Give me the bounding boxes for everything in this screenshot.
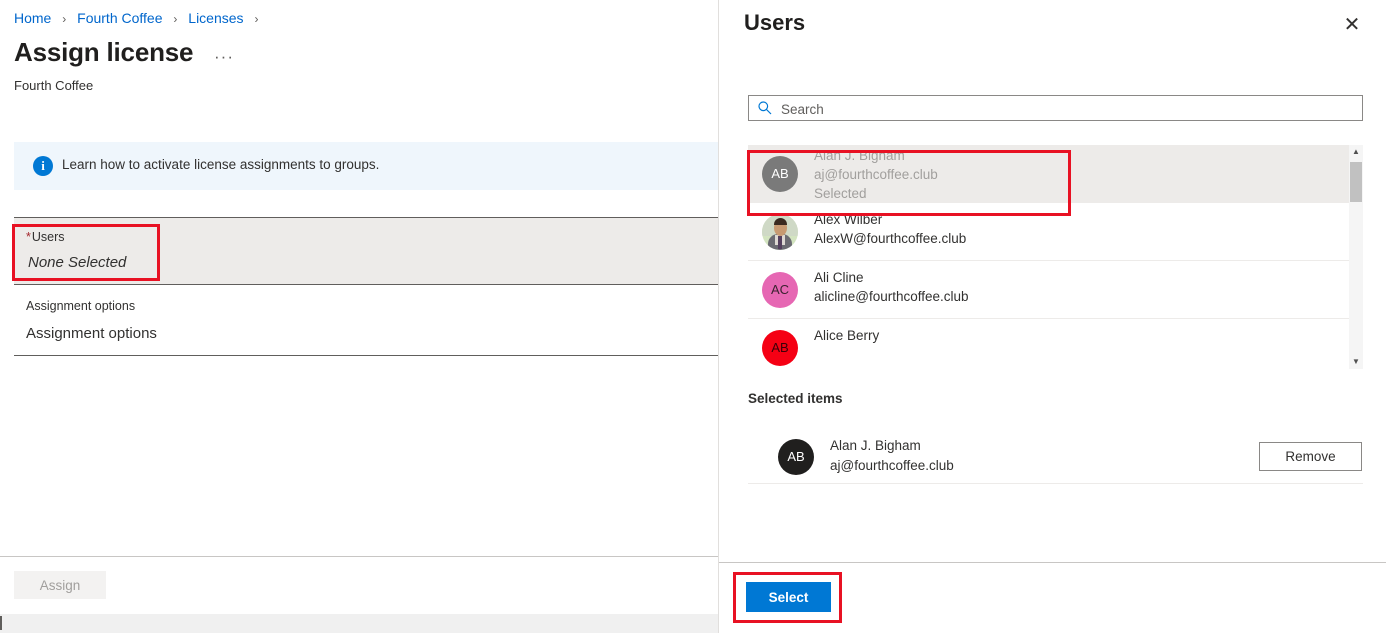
remove-button[interactable]: Remove xyxy=(1259,442,1362,471)
list-item-state: Selected xyxy=(814,186,867,201)
form-divider xyxy=(14,284,718,285)
info-banner-text[interactable]: Learn how to activate license assignment… xyxy=(62,157,379,172)
search-box[interactable] xyxy=(748,95,1363,121)
list-item[interactable]: AC Ali Cline alicline@fourthcoffee.club xyxy=(748,261,1349,319)
page-title: Assign license xyxy=(14,37,193,68)
close-icon[interactable]: ✕ xyxy=(1340,13,1364,37)
status-strip-marker xyxy=(0,616,2,630)
assignment-options-label: Assignment options xyxy=(26,299,135,313)
scrollbar-thumb[interactable] xyxy=(1350,162,1362,202)
users-field-label: *Users xyxy=(26,230,65,244)
breadcrumb-separator-icon: › xyxy=(173,12,177,26)
avatar: AB xyxy=(762,156,798,192)
list-item: AB Alan J. Bigham aj@fourthcoffee.club S… xyxy=(748,145,1349,203)
blade-footer-divider xyxy=(719,562,1386,563)
selected-item-name: Alan J. Bigham xyxy=(830,438,921,453)
assignment-options-value[interactable]: Assignment options xyxy=(26,325,157,342)
select-button[interactable]: Select xyxy=(746,582,831,612)
breadcrumb: Home › Fourth Coffee › Licenses › xyxy=(14,10,265,26)
avatar: AC xyxy=(762,272,798,308)
search-icon xyxy=(757,100,773,116)
form-divider xyxy=(14,355,718,356)
more-options-icon[interactable]: ··· xyxy=(214,48,234,65)
list-item[interactable]: Alex Wilber AlexW@fourthcoffee.club xyxy=(748,203,1349,261)
list-item-name: Alan J. Bigham xyxy=(814,148,905,163)
required-marker-icon: * xyxy=(26,230,31,244)
users-label-text: Users xyxy=(32,230,65,244)
breadcrumb-item-fourth-coffee[interactable]: Fourth Coffee xyxy=(77,10,162,26)
blade-title: Users xyxy=(744,10,805,36)
info-banner: i Learn how to activate license assignme… xyxy=(14,142,718,190)
list-item-email: aj@fourthcoffee.club xyxy=(814,167,938,182)
user-results-list: AB Alan J. Bigham aj@fourthcoffee.club S… xyxy=(748,145,1363,369)
list-item-name: Alex Wilber xyxy=(814,212,882,227)
avatar: AB xyxy=(778,439,814,475)
status-strip xyxy=(0,614,718,633)
avatar xyxy=(762,214,798,250)
scroll-up-icon[interactable]: ▲ xyxy=(1349,145,1363,159)
search-input[interactable] xyxy=(779,96,1358,122)
screen-root: Home › Fourth Coffee › Licenses › Assign… xyxy=(0,0,1386,633)
list-item[interactable]: AB Alice Berry xyxy=(748,319,1349,369)
breadcrumb-separator-icon: › xyxy=(62,12,66,26)
users-field-row[interactable]: *Users None Selected xyxy=(14,218,718,284)
list-scrollbar[interactable]: ▲ ▼ xyxy=(1349,145,1363,369)
selected-item-email: aj@fourthcoffee.club xyxy=(830,458,954,473)
command-bar-divider xyxy=(0,556,718,557)
list-item-email: AlexW@fourthcoffee.club xyxy=(814,231,966,246)
assign-button[interactable]: Assign xyxy=(14,571,106,599)
assign-license-pane: Home › Fourth Coffee › Licenses › Assign… xyxy=(0,0,718,633)
info-icon: i xyxy=(33,156,53,176)
users-field-value[interactable]: None Selected xyxy=(28,254,126,271)
breadcrumb-separator-icon: › xyxy=(254,12,258,26)
page-subtitle: Fourth Coffee xyxy=(14,78,93,93)
breadcrumb-item-licenses[interactable]: Licenses xyxy=(188,10,243,26)
users-picker-blade: Users ✕ AB Alan J. Bigham aj@fourthcoffe… xyxy=(718,0,1386,633)
scroll-down-icon[interactable]: ▼ xyxy=(1349,355,1363,369)
list-item-name: Alice Berry xyxy=(814,328,879,343)
breadcrumb-item-home[interactable]: Home xyxy=(14,10,51,26)
list-item-email: alicline@fourthcoffee.club xyxy=(814,289,969,304)
selected-items-heading: Selected items xyxy=(748,391,843,406)
list-item-name: Ali Cline xyxy=(814,270,864,285)
avatar: AB xyxy=(762,330,798,366)
user-results-scrollport: AB Alan J. Bigham aj@fourthcoffee.club S… xyxy=(748,145,1349,369)
selected-item-row: AB Alan J. Bigham aj@fourthcoffee.club R… xyxy=(748,430,1363,484)
